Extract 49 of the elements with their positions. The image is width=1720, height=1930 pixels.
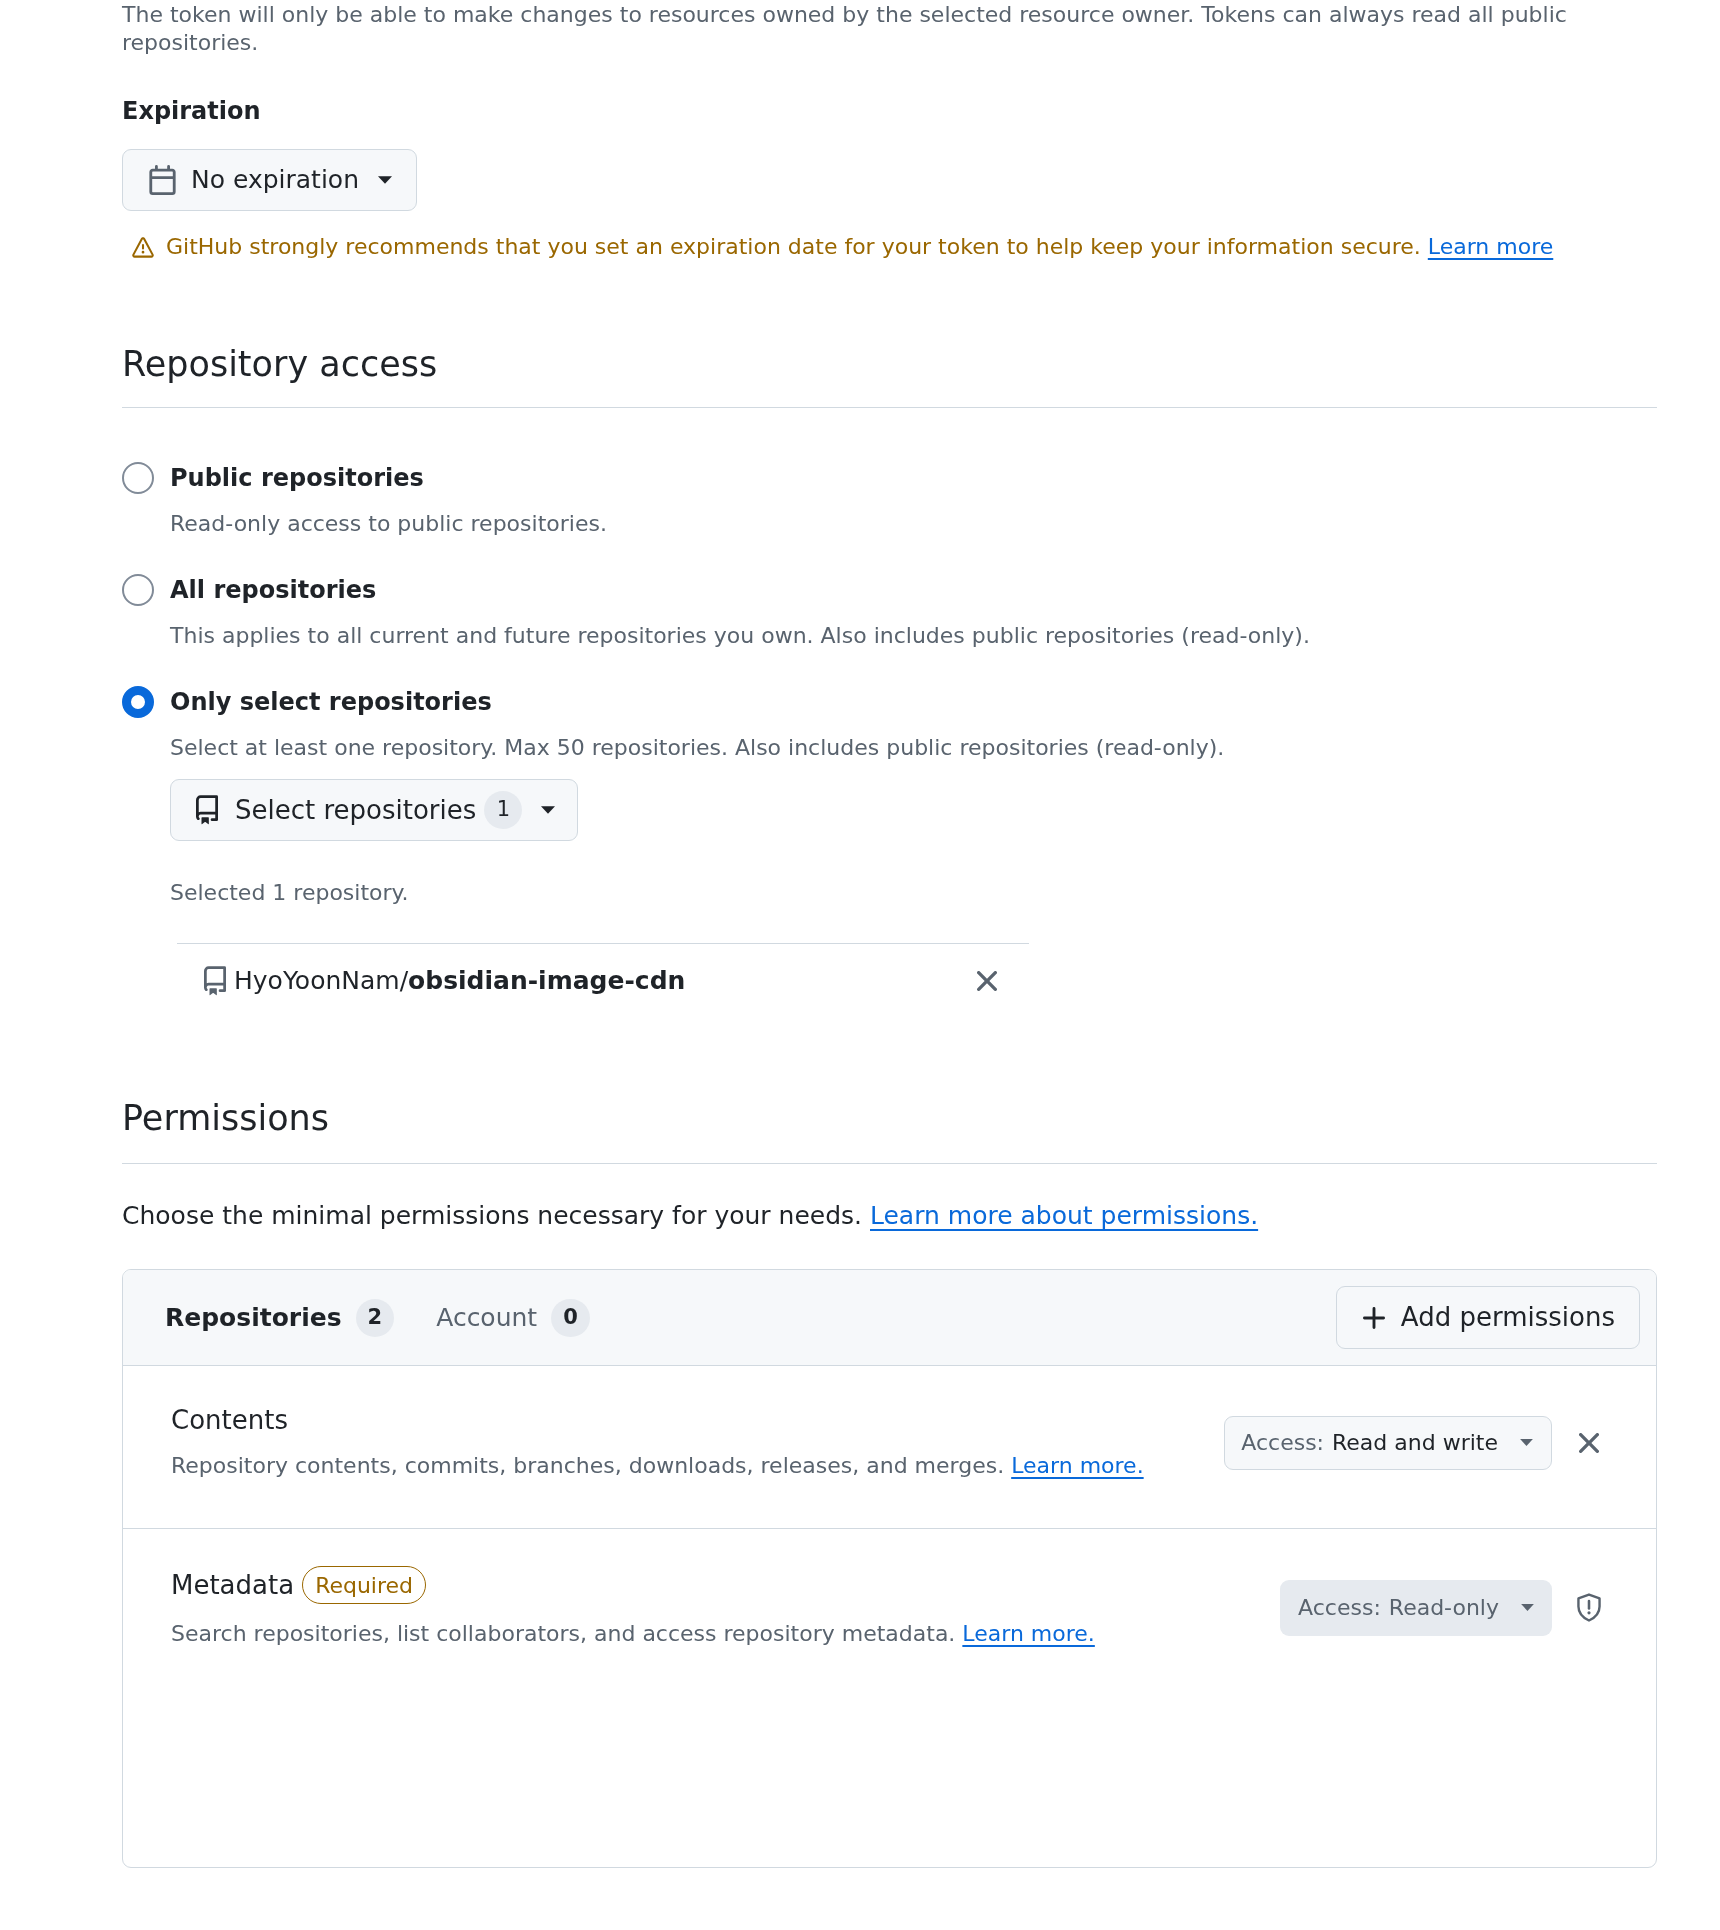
warning-message: GitHub strongly recommends that you set an expiration date for your token to help keep your information secure. Learn more xyxy=(166,233,1554,261)
count-badge: 2 xyxy=(355,1298,395,1337)
caret-down-icon xyxy=(1520,1439,1533,1446)
radio-button[interactable] xyxy=(122,686,154,718)
radio-button[interactable] xyxy=(122,574,154,606)
permissions-link[interactable]: Learn more about permissions. xyxy=(870,1201,1259,1230)
shield-icon xyxy=(1577,1593,1601,1622)
section-heading: Repository access xyxy=(122,342,1657,408)
remove-permission-button[interactable] xyxy=(1579,1432,1599,1453)
permissions-tab[interactable]: Account 0 xyxy=(436,1298,590,1337)
count-badge: 0 xyxy=(551,1298,590,1337)
expiration-dropdown[interactable]: No expiration xyxy=(122,149,417,211)
caret-down-icon xyxy=(378,176,392,184)
repo-icon xyxy=(196,795,218,825)
option-description: This applies to all current and future repositories you own. Also includes public repositories (read-only). xyxy=(170,622,1311,650)
learn-more-link[interactable]: Learn more. xyxy=(1011,1453,1144,1478)
select-repositories-dropdown[interactable]: Select repositories 1 xyxy=(170,779,579,841)
learn-more-link[interactable]: Learn more. xyxy=(962,1621,1095,1646)
repository-name: HyoYoonNam/obsidian-image-cdn xyxy=(234,965,686,998)
permission-description: Repository contents, commits, branches, downloads, releases, and merges. Learn more. xyxy=(171,1452,1144,1480)
permissions-intro: Choose the minimal permissions necessary for your needs. Learn more about permissions. xyxy=(122,1200,1259,1232)
count-badge: 1 xyxy=(484,791,523,829)
selection-summary: Selected 1 repository. xyxy=(170,879,409,907)
option-description: Read-only access to public repositories. xyxy=(170,510,608,538)
permissions-tab[interactable]: Repositories 2 xyxy=(165,1298,395,1337)
caret-down-icon xyxy=(1521,1604,1534,1611)
access-dropdown[interactable]: Access: Read-only xyxy=(1280,1579,1552,1636)
calendar-icon xyxy=(149,165,176,195)
option-label[interactable]: All repositories xyxy=(170,574,377,606)
remove-repository-button[interactable] xyxy=(977,971,997,991)
option-description: Select at least one repository. Max 50 repositories. Also includes public repositories (read-only). xyxy=(170,734,1226,762)
access-dropdown[interactable]: Access: Read and write xyxy=(1224,1415,1552,1470)
add-permissions-button[interactable]: Add permissions xyxy=(1335,1286,1640,1349)
permission-description: Search repositories, list collaborators, and access repository metadata. Learn more. xyxy=(171,1620,1095,1648)
close-icon xyxy=(977,971,997,991)
close-icon xyxy=(1579,1432,1599,1453)
section-heading: Permissions xyxy=(122,1096,1657,1164)
permission-name: Contents xyxy=(171,1404,288,1436)
warning-icon xyxy=(132,236,154,258)
option-label[interactable]: Only select repositories xyxy=(170,686,492,718)
token-scope-note: The token will only be able to make changes to resources owned by the selected resource owner. Tokens can always read all public repositories. xyxy=(122,1,1568,57)
expiration-label: Expiration xyxy=(122,96,261,127)
permission-name: Metadata xyxy=(171,1569,295,1601)
radio-button[interactable] xyxy=(122,462,154,494)
plus-icon xyxy=(1362,1306,1385,1329)
option-label[interactable]: Public repositories xyxy=(170,462,424,494)
learn-more-link[interactable]: Learn more xyxy=(1427,234,1554,259)
caret-down-icon xyxy=(541,806,556,814)
repo-icon xyxy=(204,966,226,996)
